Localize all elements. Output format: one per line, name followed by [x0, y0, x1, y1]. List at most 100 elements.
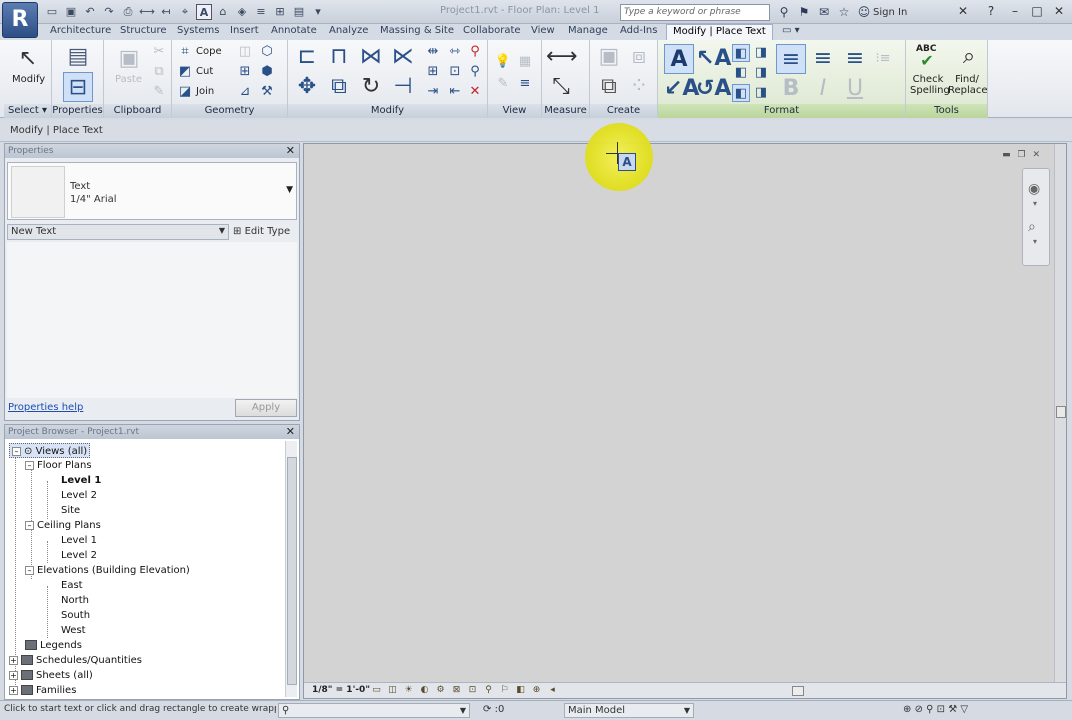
edit-type-button[interactable]: ⊞ Edit Type	[233, 224, 297, 240]
type-properties-icon[interactable]: ⊟	[63, 72, 93, 102]
text-one-leader-icon[interactable]: ↖A	[696, 44, 731, 74]
tab-structure[interactable]: Structure	[120, 25, 167, 36]
measure-icon[interactable]: ⟷	[139, 4, 155, 20]
create-similar-icon[interactable]: ⁘	[624, 72, 654, 102]
reveal-hidden-icon[interactable]: ⚐	[498, 684, 511, 697]
tree-node-schedules[interactable]: + Schedules/Quantities	[9, 653, 142, 668]
show-crop-icon[interactable]: ⊡	[466, 684, 479, 697]
instance-filter-dropdown[interactable]: New Text ▼	[7, 224, 229, 240]
ribbon-minimize-icon[interactable]: ▭ ▾	[782, 25, 800, 36]
tree-node-floor-level-2[interactable]: Level 2	[61, 488, 97, 503]
open-icon[interactable]: ▭	[44, 4, 60, 20]
chevron-down-icon[interactable]: ▼	[684, 704, 690, 717]
design-option-dropdown[interactable]: Main Model ▼	[564, 703, 694, 718]
tree-node-legends[interactable]: Legends	[25, 638, 82, 653]
properties-help-link[interactable]: Properties help	[8, 402, 83, 413]
chevron-down-icon[interactable]: ▼	[460, 704, 466, 717]
leader-bottom-left-icon[interactable]: ◧	[732, 84, 750, 102]
worksets-count[interactable]: ⟳ :0	[480, 703, 558, 718]
close-icon[interactable]: ✕	[1048, 3, 1070, 20]
arrow-left-icon[interactable]: ◂	[546, 684, 559, 697]
customize-qat-icon[interactable]: ▾	[310, 4, 326, 20]
render-icon[interactable]: ⚙	[434, 684, 447, 697]
trim-extend-icon[interactable]: ⇥	[424, 83, 442, 101]
measure-between-icon[interactable]: ⟷	[546, 42, 578, 72]
favorites-icon[interactable]: ☆	[836, 4, 852, 20]
close-icon[interactable]: ✕	[286, 144, 295, 158]
pin-icon[interactable]: ⚲	[466, 63, 484, 81]
thin-lines-icon[interactable]: ≡	[253, 4, 269, 20]
view-window-controls[interactable]: ▬ ❐ ✕	[1002, 150, 1042, 160]
tree-node-south[interactable]: South	[61, 608, 90, 623]
tree-node-north[interactable]: North	[61, 593, 89, 608]
modify-button[interactable]: Modify	[12, 74, 45, 85]
text-tool-icon[interactable]: A	[196, 4, 212, 20]
create-group-icon[interactable]: ⧉	[594, 72, 624, 102]
view-settings-icon[interactable]: ≡	[516, 75, 534, 93]
tree-node-floor-plans[interactable]: – Floor Plans	[25, 458, 92, 473]
tree-node-families[interactable]: + Families	[9, 683, 76, 697]
join-button[interactable]: Join	[196, 86, 214, 97]
chevron-down-icon[interactable]: ▾	[1033, 237, 1037, 246]
tab-architecture[interactable]: Architecture	[50, 25, 111, 36]
paste-button[interactable]: Paste	[115, 74, 142, 85]
delete-icon[interactable]: ✕	[466, 83, 484, 101]
match-type-icon[interactable]: ✎	[150, 83, 168, 101]
tag-icon[interactable]: ⌖	[177, 4, 193, 20]
underline-icon[interactable]: U	[840, 74, 870, 104]
join-icon[interactable]: ◪	[176, 83, 194, 101]
demolish-icon[interactable]: ⬢	[258, 63, 276, 81]
maximize-icon[interactable]: □	[1026, 3, 1048, 20]
shadows-icon[interactable]: ◐	[418, 684, 431, 697]
sun-path-icon[interactable]: ☀	[402, 684, 415, 697]
switch-windows-icon[interactable]: ▤	[291, 4, 307, 20]
tree-node-ceiling-level-2[interactable]: Level 2	[61, 548, 97, 563]
subscription-icon[interactable]: ⚑	[796, 4, 812, 20]
cope-icon[interactable]: ⌗	[176, 43, 194, 61]
align-right-icon[interactable]: ≡	[840, 44, 870, 74]
tab-add-ins[interactable]: Add-Ins	[620, 25, 657, 36]
hammer-icon[interactable]: ⚒	[258, 83, 276, 101]
cut-geometry-icon[interactable]: ◩	[176, 63, 194, 81]
apply-button[interactable]: Apply	[235, 399, 297, 417]
tab-modify-place-text[interactable]: Modify | Place Text	[666, 24, 773, 40]
tab-systems[interactable]: Systems	[177, 25, 220, 36]
align-left-icon[interactable]: ≡	[776, 44, 806, 74]
search-input[interactable]: Type a keyword or phrase	[620, 4, 770, 21]
paint-icon[interactable]: ⊞	[236, 63, 254, 81]
tab-view[interactable]: View	[531, 25, 555, 36]
copy-element-icon[interactable]: ⧉	[324, 72, 354, 102]
rotate-icon[interactable]: ↻	[356, 72, 386, 102]
vertical-scrollbar[interactable]	[1054, 144, 1066, 682]
move-icon[interactable]: ✥	[292, 72, 322, 102]
list-icon[interactable]: ⁝≡	[874, 50, 892, 68]
bold-icon[interactable]: B	[776, 74, 806, 104]
tree-node-views[interactable]: – ⊙ Views (all)	[9, 443, 91, 458]
tree-node-west[interactable]: West	[61, 623, 86, 638]
text-no-leader-icon[interactable]: A	[664, 44, 694, 74]
tree-node-east[interactable]: East	[61, 578, 83, 593]
leader-middle-right-icon[interactable]: ◨	[752, 64, 770, 82]
print-icon[interactable]: ⎙	[120, 4, 136, 20]
application-menu-button[interactable]: R	[2, 2, 38, 38]
tab-collaborate[interactable]: Collaborate	[463, 25, 521, 36]
tab-annotate[interactable]: Annotate	[271, 25, 317, 36]
zoom-icon[interactable]: ⌕	[1028, 219, 1036, 235]
crop-view-icon[interactable]: ⊠	[450, 684, 463, 697]
minimize-icon[interactable]: –	[1004, 3, 1026, 20]
dimension-icon[interactable]: ↤	[158, 4, 174, 20]
leader-top-left-icon[interactable]: ◧	[732, 44, 750, 62]
save-icon[interactable]: ▣	[63, 4, 79, 20]
communication-icon[interactable]: ✉	[816, 4, 832, 20]
select-by-face-icon[interactable]: ⊡	[937, 704, 945, 715]
linework-icon[interactable]: ✎	[494, 75, 512, 93]
browser-scrollbar[interactable]	[285, 441, 297, 697]
mirror-axis-icon[interactable]: ⋈	[356, 42, 386, 72]
chevron-down-icon[interactable]: ▼	[219, 226, 225, 235]
leader-bottom-right-icon[interactable]: ◨	[752, 84, 770, 102]
workset-field[interactable]: ⚲ ▼	[278, 703, 470, 718]
close-hidden-icon[interactable]: ⊞	[272, 4, 288, 20]
tree-node-elevations[interactable]: – Elevations (Building Elevation)	[25, 563, 190, 578]
hide-element-icon[interactable]: 💡	[494, 53, 512, 71]
drawing-area[interactable]: ▬ ❐ ✕ ◉ ▾ ⌕ ▾ 1/8" = 1'-0" ▭ ◫ ☀ ◐ ⚙ ⊠ ⊡…	[303, 143, 1067, 699]
